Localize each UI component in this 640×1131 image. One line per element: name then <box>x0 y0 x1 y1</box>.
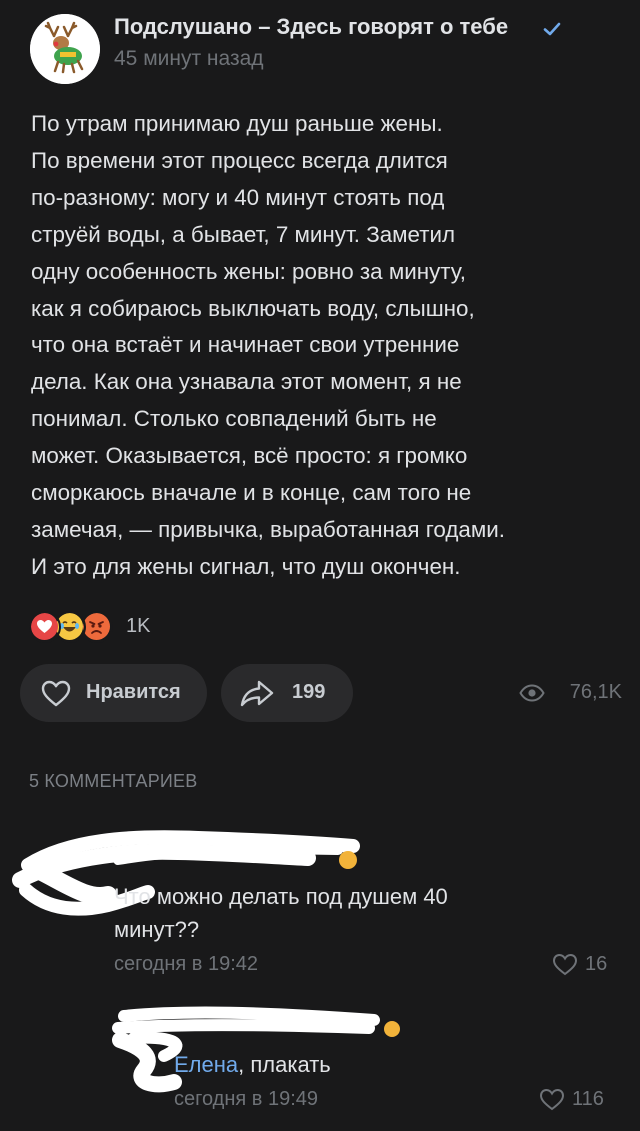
comment-like-count: 16 <box>585 953 608 975</box>
post-text-line: сморкаюсь вначале и в конце, сам того не <box>31 480 472 506</box>
post-text-line: может. Оказывается, всё просто: я громко <box>31 443 468 469</box>
post-text-line: понимал. Столько совпадений быть не <box>31 406 437 432</box>
heart-outline-icon <box>539 1088 565 1111</box>
comment-like-button[interactable]: 16 <box>551 951 621 979</box>
comment-text-line: минут?? <box>114 917 200 942</box>
comment-text-line: Что можно делать под душем 40 <box>114 884 448 909</box>
reactions-summary[interactable]: 1K <box>29 611 189 643</box>
post-text-line: по-разному: могу и 40 минут стоять под <box>31 184 445 210</box>
shares-count: 199 <box>292 681 326 703</box>
comment-time: сегодня в 19:42 <box>114 953 258 975</box>
heart-outline-icon <box>552 953 578 976</box>
like-label: Нравится <box>86 681 181 703</box>
post-text-line: одну особенность жены: ровно за минуту, <box>31 258 466 284</box>
share-button[interactable]: 199 <box>221 664 353 722</box>
reply-text: , плакать <box>238 1052 331 1077</box>
post-text-line: По времени этот процесс всегда длится <box>31 147 448 173</box>
post-page: Подслушано – Здесь говорят о тебе 45 мин… <box>0 0 640 1131</box>
comment-time: сегодня в 19:49 <box>174 1088 318 1110</box>
group-name[interactable]: Подслушано – Здесь говорят о тебе <box>114 14 508 40</box>
share-arrow-icon <box>240 680 274 707</box>
heart-outline-icon <box>41 680 71 707</box>
post-text-line: И это для жены сигнал, что душ окончен. <box>31 553 461 579</box>
comment-like-button[interactable]: 116 <box>538 1086 618 1114</box>
post-text: По утрам принимаю душ раньше жены. По вр… <box>31 106 616 586</box>
post-text-line: замечая, — привычка, выработанная годами… <box>31 516 505 542</box>
post-text-line: что она встаёт и начинает свои утренние <box>31 332 460 358</box>
comment-like-count: 116 <box>572 1088 604 1110</box>
comments-header: 5 КОММЕНТАРИЕВ <box>29 771 198 791</box>
post-text-line: дела. Как она узнавала этот момент, я не <box>31 369 462 395</box>
post-time: 45 минут назад <box>114 47 264 70</box>
comment-text: Елена, плакать <box>174 1048 331 1081</box>
deer-logo-icon <box>30 14 100 84</box>
like-button[interactable]: Нравится <box>20 664 207 722</box>
comment-text: Что можно делать под душем 40 минут?? <box>114 880 448 946</box>
post-header: Подслушано – Здесь говорят о тебе 45 мин… <box>0 0 640 90</box>
eye-icon <box>519 684 545 702</box>
reactions-count: 1K <box>126 615 151 637</box>
post-text-line: как я собираюсь выключать воду, слышно, <box>31 295 475 321</box>
verified-check-icon <box>543 22 561 36</box>
post-text-line: По утрам принимаю душ раньше жены. <box>31 111 443 136</box>
views-count: 76,1K <box>569 681 622 703</box>
reply-mention-link[interactable]: Елена <box>174 1052 238 1077</box>
views-counter: 76,1K <box>502 680 622 706</box>
group-avatar[interactable] <box>30 14 100 84</box>
post-text-line: струёй воды, а бывает, 7 минут. Заметил <box>31 221 456 247</box>
heart-reaction-icon <box>29 611 61 643</box>
